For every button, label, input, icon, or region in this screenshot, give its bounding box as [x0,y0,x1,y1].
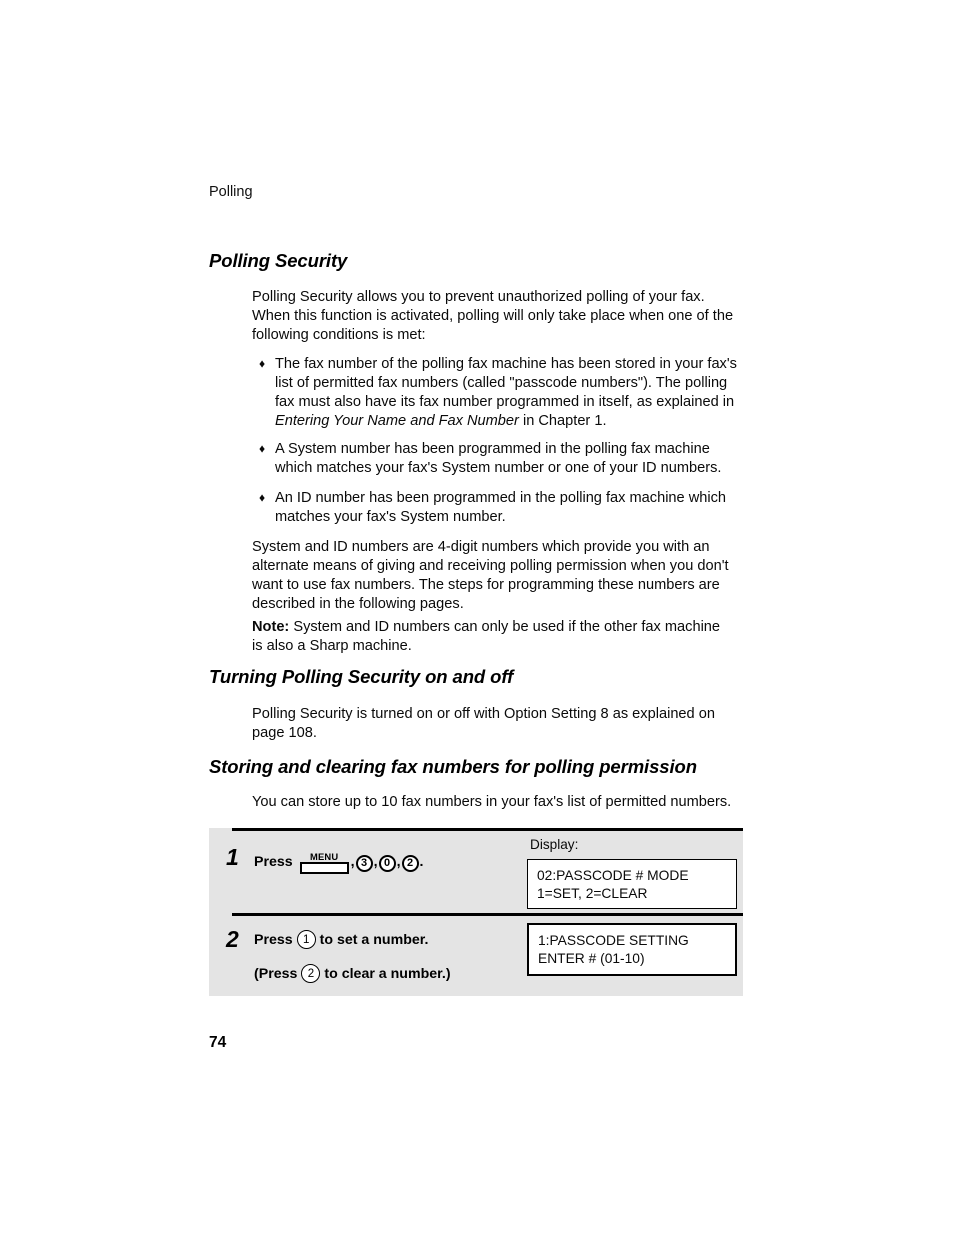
procedure-step-1: 1 Press MENU , 3 , 0 , 2 . Display: 02:P… [209,831,743,913]
bullet-text-italic: Entering Your Name and Fax Number [275,413,519,430]
bullet-item: ♦ A System number has been programmed in… [259,440,737,478]
bullet-item: ♦ The fax number of the polling fax mach… [259,355,737,431]
running-header: Polling [209,184,253,200]
paragraph-system-id-numbers: System and ID numbers are 4-digit number… [252,539,729,613]
note-block: Note: System and ID numbers can only be … [252,618,734,656]
bullet-text-lead: The fax number of the polling fax machin… [275,356,737,411]
instruction-tail: to set a number. [319,931,429,948]
step-instruction-alternate: (Press 2 to clear a number.) [254,964,451,983]
bullet-text: The fax number of the polling fax machin… [268,355,737,431]
fax-display-panel-step-2: 1:PASSCODE SETTING ENTER # (01-10) [527,923,737,976]
bullet-text-tail: in Chapter 1. [518,413,607,430]
press-label: Press [254,854,293,870]
numeric-key-2[interactable]: 2 [301,964,321,983]
sentence-period: . [419,854,424,870]
bullet-item: ♦ An ID number has been programmed in th… [259,489,737,527]
numeric-key-2[interactable]: 2 [401,854,419,872]
diamond-bullet-icon: ♦ [259,356,266,371]
press-label: Press [254,931,293,948]
step-number: 2 [226,926,239,952]
menu-key-label: MENU [309,851,339,862]
display-line: 1:PASSCODE SETTING [538,933,689,948]
numeric-key-3[interactable]: 3 [355,854,373,872]
section-heading-storing-clearing-fax-numbers: Storing and clearing fax numbers for pol… [209,756,697,777]
step-number: 1 [226,844,239,870]
bullet-text: An ID number has been programmed in the … [275,490,727,526]
numeric-key-0[interactable]: 0 [378,854,396,872]
display-line: ENTER # (01-10) [538,950,645,966]
section-heading-turning-polling-security-on-off: Turning Polling Security on and off [209,666,514,687]
note-text: System and ID numbers can only be used i… [252,619,721,655]
note-label: Note: [252,619,290,635]
procedure-step-2: 2 Press 1 to set a number. (Press 2 to c… [209,916,743,996]
separator-comma: , [373,854,378,870]
display-line: 1=SET, 2=CLEAR [537,885,648,901]
step-instruction: Press 1 to set a number. [254,930,428,949]
paragraph-storing-clearing: You can store up to 10 fax numbers in yo… [252,794,732,810]
procedure-steps-panel: 1 Press MENU , 3 , 0 , 2 . Display: 02:P… [209,828,743,996]
separator-comma: , [396,854,401,870]
diamond-bullet-icon: ♦ [259,490,266,505]
menu-key-body [299,862,349,874]
menu-key-icon[interactable]: MENU [299,851,349,874]
diamond-bullet-icon: ♦ [259,441,266,456]
press-label-parenthetical: (Press [254,965,298,982]
document-page: Polling Polling Security Polling Securit… [0,0,954,1235]
display-label: Display: [530,837,579,852]
paragraph-turning-on-off: Polling Security is turned on or off wit… [252,706,715,742]
numeric-key-1[interactable]: 1 [296,930,316,949]
step-instruction: Press MENU , 3 , 0 , 2 . [254,851,424,874]
bullet-text: A System number has been programmed in t… [275,441,722,477]
section-heading-polling-security: Polling Security [209,250,348,271]
separator-comma: , [350,854,355,870]
fax-display-panel-step-1: 02:PASSCODE # MODE 1=SET, 2=CLEAR [527,859,737,909]
instruction-tail: to clear a number.) [324,965,451,982]
display-line: 02:PASSCODE # MODE [537,868,689,883]
page-number: 74 [209,1034,227,1051]
paragraph-polling-security-intro: Polling Security allows you to prevent u… [252,289,734,344]
